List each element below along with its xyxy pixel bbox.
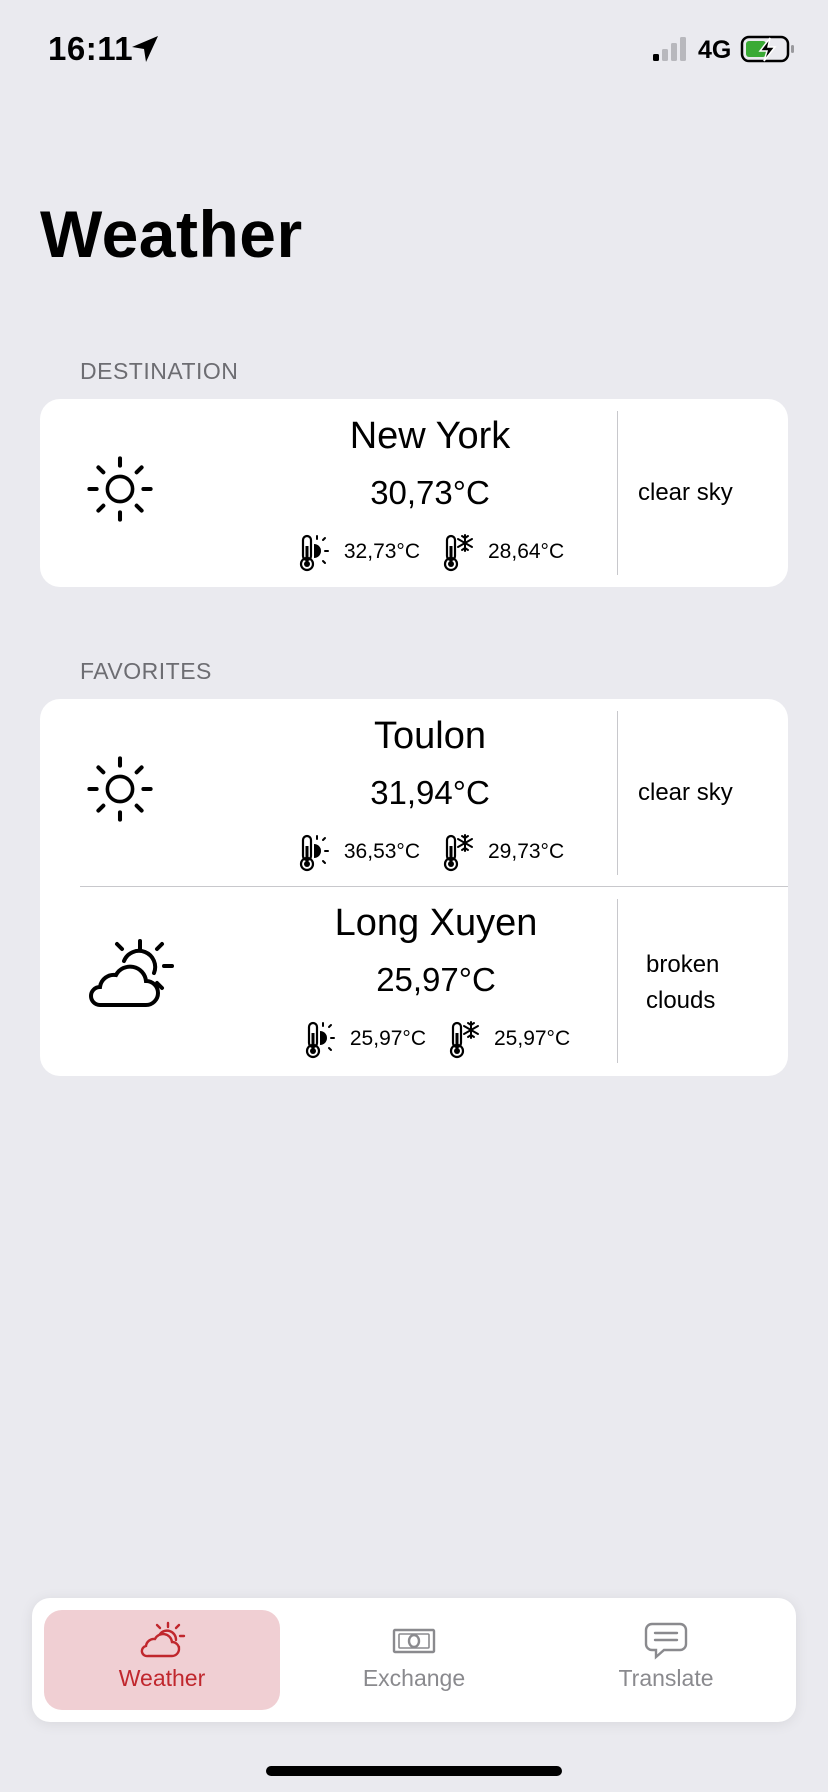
city-name: Long Xuyen: [334, 902, 538, 944]
weather-description-line: clouds: [646, 987, 716, 1014]
temperature-range: 36,53°C 29,73°C: [210, 832, 650, 872]
sun-icon: [84, 453, 156, 525]
min-temperature: 28,64°C: [488, 540, 565, 563]
tab-bar: Weather Exchange Translate: [32, 1598, 796, 1722]
favorites-section-header: FAVORITES: [80, 658, 212, 684]
cellular-signal-icon: [653, 37, 686, 61]
current-temperature: 30,73°C: [370, 474, 490, 511]
sun-icon: [84, 753, 156, 825]
destination-section-header: DESTINATION: [80, 358, 239, 384]
max-temperature: 25,97°C: [349, 1027, 426, 1050]
vertical-divider: [617, 711, 618, 875]
cloud-sun-icon: [140, 1621, 186, 1658]
tab-exchange[interactable]: Exchange: [296, 1610, 532, 1710]
thermometer-snowflake-icon: [440, 832, 474, 872]
tab-weather[interactable]: Weather: [44, 1610, 280, 1710]
tab-label: Translate: [618, 1665, 714, 1691]
network-type: 4G: [698, 36, 732, 64]
status-time: 16:11: [48, 30, 134, 67]
tab-translate[interactable]: Translate: [548, 1610, 784, 1710]
status-bar: 16:11 4G: [0, 0, 828, 100]
home-indicator[interactable]: [266, 1766, 562, 1776]
max-temperature: 32,73°C: [343, 540, 420, 563]
destination-card[interactable]: New York 30,73°C 32,73°C 28,64°C clear s…: [40, 399, 788, 587]
vertical-divider: [617, 899, 618, 1063]
city-row-long-xuyen[interactable]: Long Xuyen 25,97°C 25,97°C 25,97°C broke…: [40, 887, 788, 1075]
current-temperature: 25,97°C: [376, 961, 496, 998]
tab-label: Exchange: [362, 1665, 466, 1691]
location-arrow-icon: [132, 36, 158, 62]
weather-description-line: broken: [646, 951, 720, 978]
temperature-range: 32,73°C 28,64°C: [210, 532, 650, 572]
cloud-sun-icon: [89, 939, 174, 1007]
page-title: Weather: [40, 197, 303, 271]
weather-description: clear sky: [638, 779, 733, 806]
weather-description: clear sky: [638, 479, 733, 506]
banknote-icon: [392, 1628, 436, 1654]
battery-charging-icon: [740, 35, 794, 63]
thermometer-sun-icon: [296, 832, 330, 872]
favorites-card[interactable]: Toulon 31,94°C 36,53°C 29,73°C clear sky…: [40, 699, 788, 1076]
city-name: Toulon: [374, 715, 486, 757]
thermometer-snowflake-icon: [440, 532, 474, 572]
min-temperature: 25,97°C: [494, 1027, 571, 1050]
tab-label: Weather: [118, 1665, 206, 1691]
city-name: New York: [349, 415, 511, 457]
current-temperature: 31,94°C: [370, 774, 490, 811]
city-row-toulon[interactable]: Toulon 31,94°C 36,53°C 29,73°C clear sky: [40, 699, 788, 887]
max-temperature: 36,53°C: [343, 840, 420, 863]
speech-bubble-icon: [644, 1622, 688, 1660]
city-row-new-york[interactable]: New York 30,73°C 32,73°C 28,64°C clear s…: [40, 399, 788, 587]
min-temperature: 29,73°C: [488, 840, 565, 863]
temperature-range: 25,97°C 25,97°C: [216, 1019, 656, 1059]
thermometer-sun-icon: [302, 1019, 336, 1059]
weather-description: broken clouds: [646, 947, 786, 1019]
thermometer-snowflake-icon: [446, 1019, 480, 1059]
thermometer-sun-icon: [296, 532, 330, 572]
vertical-divider: [617, 411, 618, 575]
